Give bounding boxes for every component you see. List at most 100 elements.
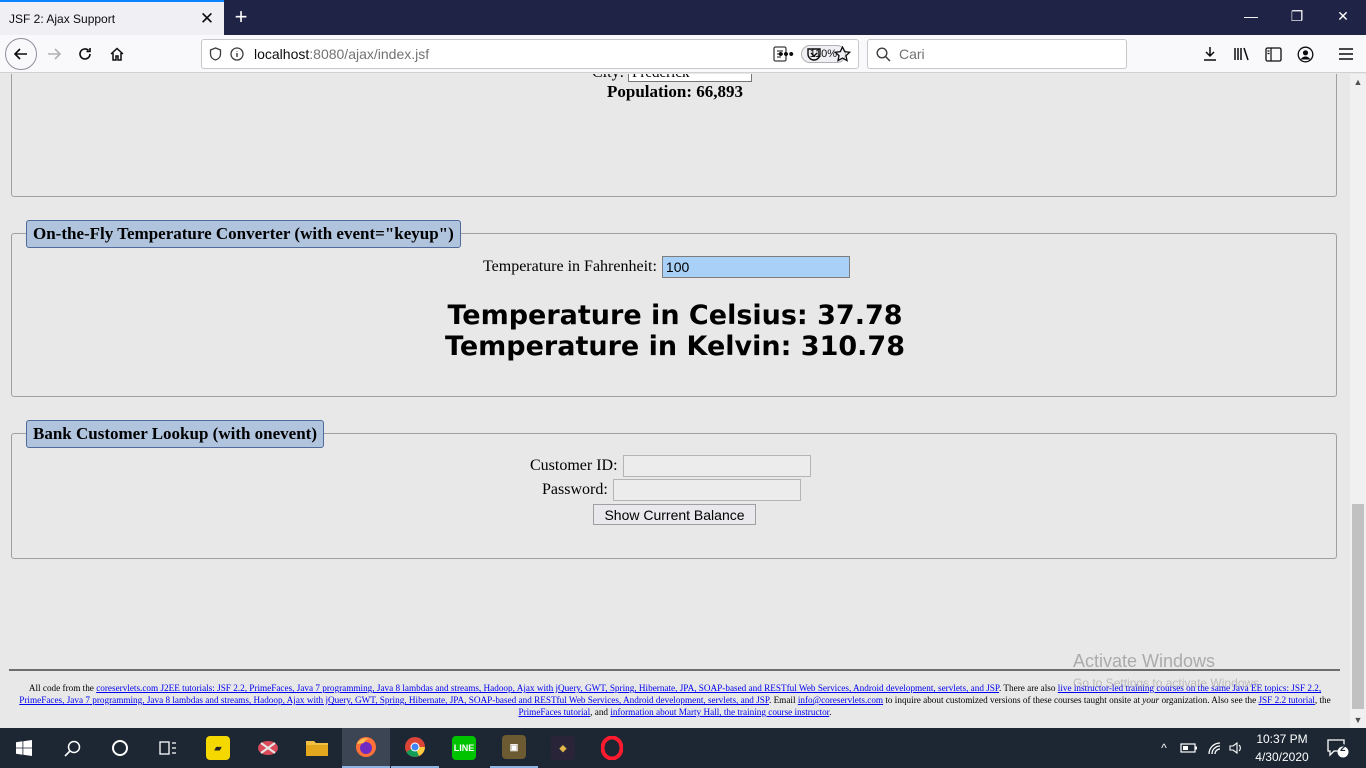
taskbar-snipping-tool[interactable]	[244, 728, 292, 768]
activate-windows-watermark: Activate Windows	[1073, 651, 1216, 671]
scroll-up-arrow-icon[interactable]: ▲	[1350, 74, 1366, 90]
population-text: Population: 66,893	[606, 82, 744, 101]
taskbar-file-explorer[interactable]	[293, 728, 341, 768]
footer-text-1: All code from the	[28, 683, 97, 693]
city-row: City:	[592, 74, 753, 82]
arrow-left-icon	[13, 48, 27, 60]
tab-title: JSF 2: Ajax Support	[9, 11, 116, 26]
sticky-notes-icon: ▰	[206, 736, 230, 760]
footer-text-3: . Email	[768, 695, 798, 705]
bank-legend: Bank Customer Lookup (with onevent)	[26, 420, 325, 448]
shield-icon[interactable]	[204, 40, 226, 68]
page-actions-icon[interactable]: •••	[771, 39, 801, 69]
url-text[interactable]: localhost:8080/ajax/index.jsf	[254, 46, 769, 62]
customer-id-label: Customer ID:	[530, 457, 618, 474]
taskbar-app-media[interactable]: ▣	[490, 728, 538, 768]
show-balance-button[interactable]: Show Current Balance	[593, 504, 756, 525]
clock-date: 4/30/2020	[1255, 750, 1309, 764]
tray-overflow-chevron-icon[interactable]: ^	[1155, 728, 1173, 768]
search-bar[interactable]: Cari	[867, 39, 1127, 69]
reload-icon	[79, 48, 91, 60]
windows-logo-icon	[16, 740, 32, 756]
close-window-button[interactable]: ✕	[1320, 0, 1366, 32]
new-tab-button[interactable]: +	[228, 4, 254, 30]
arrow-right-icon	[48, 48, 62, 60]
url-bar[interactable]: localhost:8080/ajax/index.jsf 110%	[201, 39, 859, 69]
task-view-icon	[159, 741, 176, 755]
download-icon[interactable]	[1195, 39, 1225, 69]
url-host: localhost	[254, 46, 310, 62]
library-icon[interactable]	[1227, 39, 1257, 69]
password-row: Password:	[542, 479, 801, 501]
footer-emphasis: your	[1142, 695, 1160, 705]
fahrenheit-input[interactable]	[661, 256, 850, 278]
footer-link-tutorials[interactable]: coreservlets.com J2EE tutorials: JSF 2.2…	[96, 683, 999, 693]
tab-close-icon[interactable]: ✕	[196, 8, 218, 30]
taskbar-clock[interactable]: 10:37 PM 4/30/2020	[1248, 730, 1316, 766]
forward-button[interactable]	[39, 39, 69, 69]
restore-button[interactable]: ❐	[1274, 0, 1320, 32]
notification-count: 2	[1340, 743, 1346, 754]
footer-link-marty-hall[interactable]: information about Marty Hall, the traini…	[610, 707, 829, 717]
password-input[interactable]	[612, 479, 801, 501]
customer-id-row: Customer ID:	[530, 455, 811, 477]
browser-navbar: localhost:8080/ajax/index.jsf 110% ••• C…	[0, 35, 1366, 73]
footer-link-primefaces[interactable]: PrimeFaces tutorial	[518, 707, 590, 717]
footer-text-4: to inquire about customized versions of …	[883, 695, 1143, 705]
footer-text-5: organization. Also see the	[1159, 695, 1259, 705]
footer-link-email[interactable]: info@coreservlets.com	[798, 695, 883, 705]
wifi-icon[interactable]	[1204, 728, 1226, 768]
page-scrollbar[interactable]: ▲ ▼	[1350, 74, 1366, 728]
footer-link-jsf[interactable]: JSF 2.2 tutorial	[1258, 695, 1314, 705]
task-view-button[interactable]	[144, 728, 192, 768]
customer-id-input[interactable]	[622, 455, 811, 477]
url-path: :8080/ajax/index.jsf	[309, 46, 430, 62]
activate-windows-subtitle: Go to Settings to activate Windows.	[1073, 676, 1263, 690]
browser-tab[interactable]: JSF 2: Ajax Support ✕	[0, 0, 224, 35]
city-input[interactable]	[628, 74, 753, 82]
search-icon	[876, 46, 891, 62]
temperature-legend: On-the-Fly Temperature Converter (with e…	[26, 220, 461, 248]
windows-taskbar: ▰ LINE ▣ ◆ ^ 10:37 PM 4/30/2020 2	[0, 728, 1366, 768]
account-icon[interactable]	[1290, 39, 1320, 69]
game-app-icon: ◆	[551, 736, 575, 760]
minimize-button[interactable]: —	[1228, 0, 1274, 32]
back-button[interactable]	[5, 38, 37, 70]
footer-text-2: . There are also	[999, 683, 1058, 693]
taskbar-sticky-notes[interactable]: ▰	[194, 728, 242, 768]
celsius-result: Temperature in Celsius: 37.78	[447, 300, 903, 331]
footer-text-8: .	[829, 707, 832, 717]
info-icon[interactable]	[226, 40, 248, 68]
action-center-button[interactable]: 2	[1318, 728, 1358, 768]
bookmark-star-icon[interactable]	[827, 39, 857, 69]
volume-icon[interactable]	[1227, 728, 1245, 768]
clock-time: 10:37 PM	[1256, 732, 1308, 746]
taskbar-line[interactable]: LINE	[440, 728, 488, 768]
pocket-icon[interactable]	[799, 39, 829, 69]
home-button[interactable]	[102, 39, 132, 69]
taskbar-firefox[interactable]	[342, 728, 390, 768]
sidebar-icon[interactable]	[1258, 39, 1288, 69]
password-label: Password:	[542, 481, 608, 498]
footer-text-6: , the	[1314, 695, 1331, 705]
taskbar-chrome[interactable]	[391, 728, 439, 768]
scroll-thumb[interactable]	[1352, 504, 1364, 709]
battery-icon[interactable]	[1178, 728, 1200, 768]
menu-icon[interactable]	[1331, 39, 1361, 69]
kelvin-result: Temperature in Kelvin: 310.78	[445, 331, 905, 362]
opera-icon	[600, 736, 624, 760]
chrome-icon	[403, 735, 427, 759]
taskbar-app-game[interactable]: ◆	[539, 728, 587, 768]
scroll-down-arrow-icon[interactable]: ▼	[1350, 712, 1366, 728]
city-label: City:	[592, 74, 624, 82]
taskbar-search-button[interactable]	[48, 728, 96, 768]
taskbar-opera[interactable]	[588, 728, 636, 768]
search-icon	[63, 740, 80, 757]
browser-titlebar: JSF 2: Ajax Support ✕ + — ❐ ✕	[0, 0, 1366, 35]
start-button[interactable]	[0, 728, 48, 768]
cortana-button[interactable]	[96, 728, 144, 768]
folder-icon	[305, 736, 329, 760]
reload-button[interactable]	[70, 39, 100, 69]
page-viewport: City: Population: 66,893 On-the-Fly Temp…	[0, 74, 1350, 728]
fahrenheit-label: Temperature in Fahrenheit:	[483, 258, 657, 275]
